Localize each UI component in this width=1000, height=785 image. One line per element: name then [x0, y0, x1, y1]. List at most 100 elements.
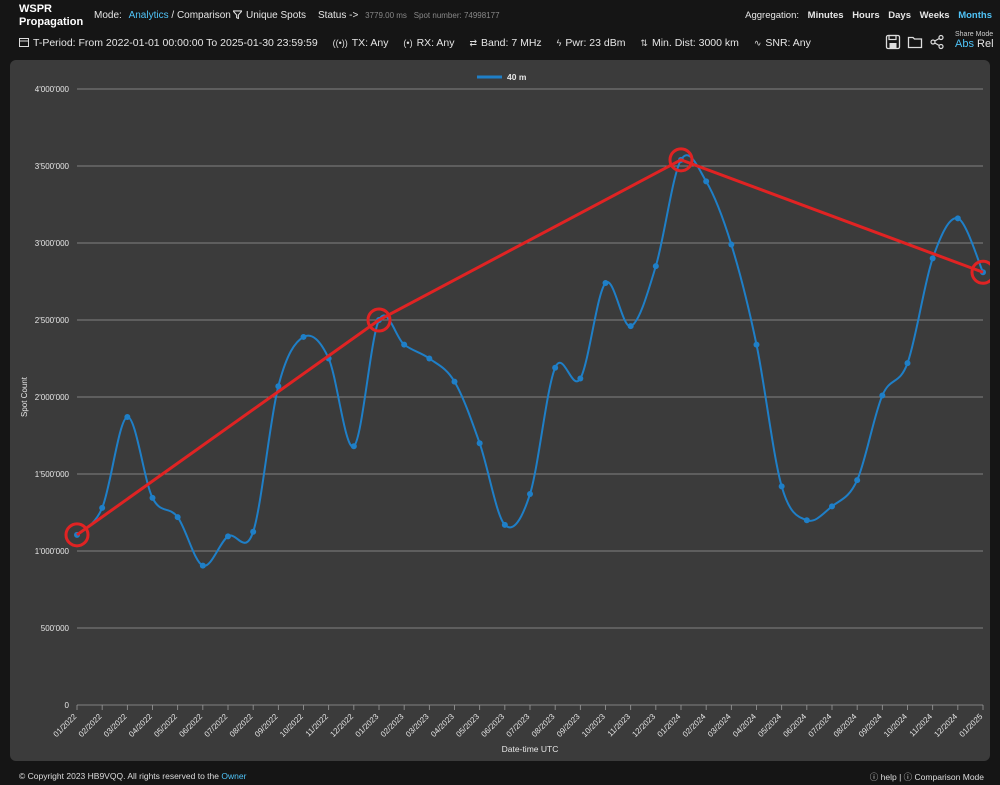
band-filter[interactable]: ⇄ Band: 7 MHz: [469, 37, 541, 49]
series-line-40m: [76, 154, 984, 567]
comparison-mode-link[interactable]: Comparison Mode: [915, 772, 984, 782]
share-mode: Share Mode Abs Rel: [955, 31, 994, 50]
data-point: [803, 517, 810, 524]
y-tick-label: 1'000'000: [35, 547, 70, 556]
data-point: [527, 491, 533, 498]
x-tick-label: 08/2023: [530, 712, 557, 739]
x-tick-label: 09/2024: [857, 712, 884, 739]
filter-icon: [231, 10, 244, 20]
aggregation-weeks[interactable]: Weeks: [920, 10, 950, 21]
mode-separator: /: [168, 10, 177, 21]
x-tick-label: 11/2023: [606, 712, 633, 739]
y-tick-label: 2'500'000: [35, 316, 70, 325]
data-point: [778, 483, 785, 490]
band-label: Band: 7 MHz: [480, 37, 542, 49]
x-tick-label: 04/2023: [429, 712, 456, 739]
x-tick-label: 01/2022: [52, 712, 79, 739]
save-icon[interactable]: [885, 34, 901, 50]
folder-icon[interactable]: [907, 34, 923, 50]
antenna-icon: ((•)): [332, 38, 348, 48]
x-tick-label: 09/2023: [555, 712, 582, 739]
tx-label: TX: Any: [351, 37, 389, 49]
mode-analytics-link[interactable]: Analytics: [129, 10, 169, 21]
data-point: [652, 263, 659, 270]
x-tick-label: 07/2023: [505, 712, 532, 739]
bolt-icon: ϟ: [556, 38, 562, 48]
data-point: [124, 414, 131, 421]
snr-label: SNR: Any: [765, 37, 811, 49]
x-tick-label: 11/2022: [304, 712, 331, 739]
x-tick-label: 10/2022: [278, 712, 305, 739]
mode-label: Mode:: [94, 10, 122, 21]
data-point: [854, 477, 861, 484]
x-tick-label: 07/2024: [807, 712, 834, 739]
y-tick-label: 3'500'000: [35, 162, 70, 171]
power-label: Pwr: 23 dBm: [565, 37, 626, 49]
info-icon: ⓘ: [903, 772, 913, 782]
data-point: [149, 494, 156, 501]
wave-icon: ∿: [753, 38, 762, 48]
aggregation-days[interactable]: Days: [888, 10, 911, 21]
receiver-icon: (•): [403, 38, 413, 48]
footer-copyright: © Copyright 2023 HB9VQQ. All rights rese…: [19, 771, 246, 781]
chart-panel: 0 500'000 1'000'000 1'500'000 2'000'000 2'500…: [10, 60, 996, 761]
owner-link[interactable]: Owner: [221, 771, 246, 781]
x-tick-label: 05/2023: [454, 712, 481, 739]
x-tick-label: 04/2022: [127, 712, 154, 739]
help-icon: ⓘ: [869, 772, 879, 782]
x-tick-label: 06/2024: [781, 712, 808, 739]
app-title-line1: WSPR: [19, 3, 52, 15]
period-filter[interactable]: T-Period: From 2022-01-01 00:00:00 To 20…: [19, 37, 318, 49]
aggregation-hours[interactable]: Hours: [852, 10, 879, 21]
x-tick-label: 12/2024: [932, 712, 959, 739]
x-tick-label: 02/2022: [77, 712, 104, 739]
distance-label: Min. Dist: 3000 km: [651, 37, 739, 49]
rx-filter[interactable]: (•) RX: Any: [403, 37, 454, 49]
mode-comparison-link[interactable]: Comparison: [177, 10, 231, 21]
x-tick-label: 10/2023: [580, 712, 607, 739]
y-axis-title: Spot Count: [20, 376, 29, 417]
data-point: [552, 364, 559, 371]
distance-icon: ⇅: [640, 38, 648, 48]
y-tick-label: 500'000: [41, 624, 70, 633]
x-tick-label: 12/2023: [630, 712, 657, 739]
distance-filter[interactable]: ⇅ Min. Dist: 3000 km: [640, 37, 739, 49]
data-point: [426, 355, 433, 362]
x-tick-label: 12/2022: [328, 712, 355, 739]
aggregation-months[interactable]: Months: [958, 10, 992, 21]
data-point: [753, 341, 760, 348]
tx-filter[interactable]: ((•)) TX: Any: [333, 37, 389, 49]
data-point: [250, 528, 257, 535]
share-icon[interactable]: [929, 34, 945, 50]
annotation-connector-line: [76, 158, 984, 537]
legend-label: 40 m: [507, 72, 527, 82]
footer-links: ⓘ help | ⓘ Comparison Mode: [870, 771, 984, 783]
share-rel-toggle[interactable]: Rel: [977, 38, 994, 50]
data-point: [904, 360, 911, 367]
exchange-icon: ⇄: [469, 38, 477, 48]
data-point: [476, 440, 483, 447]
power-filter[interactable]: ϟ Pwr: 23 dBm: [557, 37, 626, 49]
share-abs-toggle[interactable]: Abs: [955, 38, 974, 50]
x-tick-label: 08/2024: [832, 712, 859, 739]
x-tick-label: 08/2022: [228, 712, 255, 739]
app-brand[interactable]: WSPR Propagation: [19, 3, 83, 29]
spot-number: Spot number: 74998177: [413, 11, 500, 20]
toolbar: [885, 34, 951, 50]
x-tick-label: 01/2023: [354, 712, 381, 739]
data-point: [929, 255, 936, 262]
data-point: [225, 533, 231, 540]
period-label: T-Period: From 2022-01-01 00:00:00 To 20…: [33, 37, 318, 49]
x-tick-label: 01/2025: [958, 712, 985, 739]
data-point: [703, 178, 710, 185]
data-point: [627, 323, 634, 330]
aggregation-minutes[interactable]: Minutes: [808, 10, 844, 21]
data-point: [829, 503, 835, 510]
snr-filter[interactable]: ∿ SNR: Any: [754, 37, 811, 49]
calendar-icon: [19, 38, 29, 47]
y-tick-label: 1'500'000: [35, 470, 70, 479]
rx-label: RX: Any: [416, 37, 455, 49]
help-link[interactable]: help: [881, 772, 897, 782]
x-tick-label: 02/2024: [681, 712, 708, 739]
unique-spots-toggle[interactable]: Unique Spots: [231, 10, 306, 21]
